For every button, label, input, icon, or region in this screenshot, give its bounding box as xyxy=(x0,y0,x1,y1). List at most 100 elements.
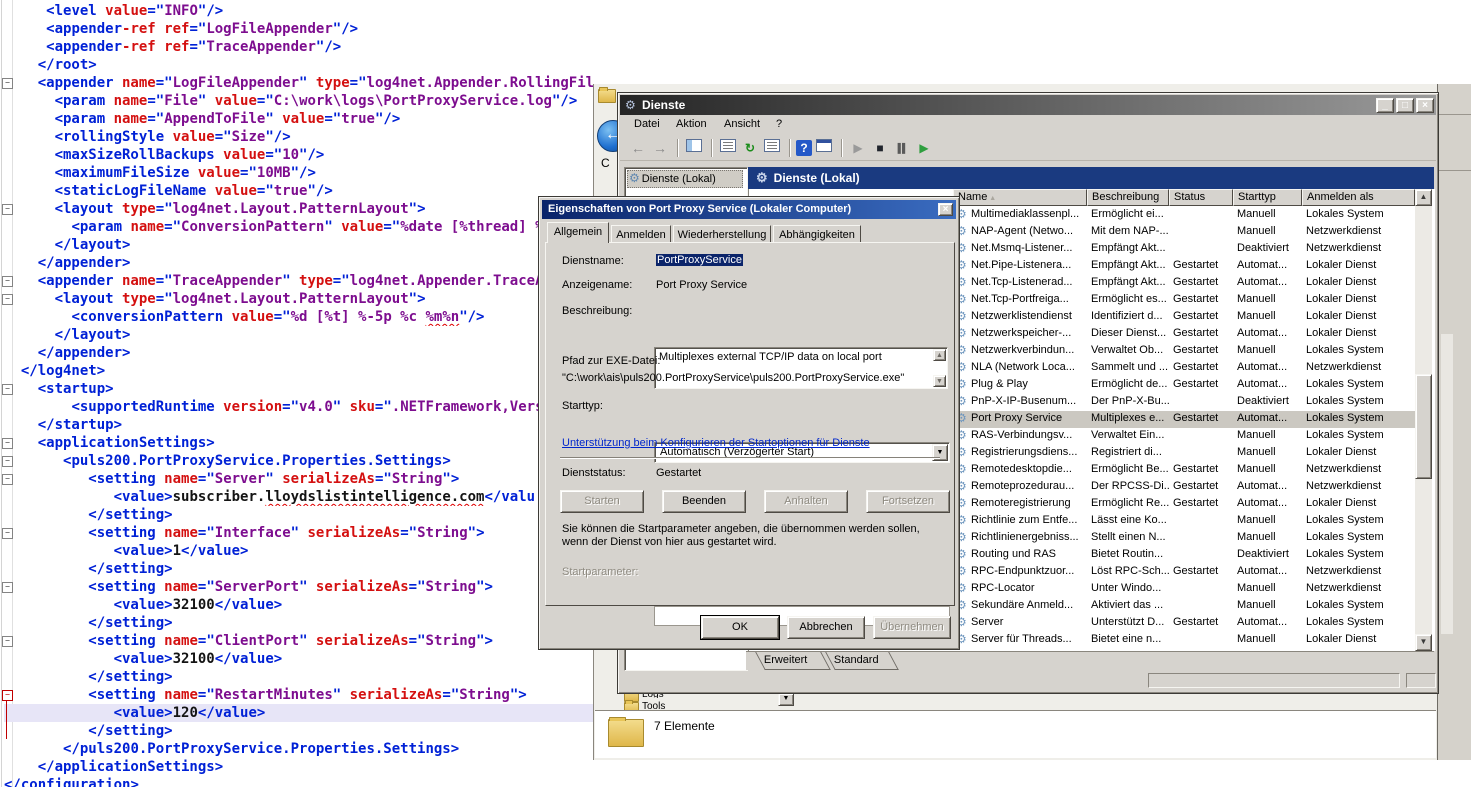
apply-button[interactable]: Übernehmen xyxy=(873,616,951,639)
service-row[interactable]: ⚙NAP-Agent (Netwo...Mit dem NAP-...Manue… xyxy=(953,224,1415,241)
code-area[interactable]: <level value="INFO"/> <appender-ref ref=… xyxy=(4,2,593,787)
column-header-starttyp[interactable]: Starttyp xyxy=(1233,189,1302,206)
tab-erweitert[interactable]: Erweitert xyxy=(755,652,831,670)
collapse-region-icon[interactable]: − xyxy=(2,294,13,305)
menu-aktion[interactable]: Aktion xyxy=(676,118,707,130)
code-line: <appender-ref ref="TraceAppender"/> xyxy=(4,38,593,56)
menu-ansicht[interactable]: Ansicht xyxy=(724,118,760,130)
tab-abhaengigkeiten[interactable]: Abhängigkeiten xyxy=(773,225,861,243)
code-line: <param name="ConversionPattern" value="%… xyxy=(4,218,593,236)
service-row[interactable]: ⚙Multimediaklassenpl...Ermöglicht ei...M… xyxy=(953,207,1415,224)
scroll-down-button[interactable]: ▼ xyxy=(1415,634,1432,651)
tree-item-dienste-lokal[interactable]: ⚙Dienste (Lokal) xyxy=(627,170,743,188)
pause-button[interactable]: Anhalten xyxy=(764,490,848,513)
service-status: Gestartet xyxy=(1173,310,1233,325)
service-row[interactable]: ⚙RPC-LocatorUnter Windo...ManuellNetzwer… xyxy=(953,581,1415,598)
collapse-region-icon[interactable]: − xyxy=(2,438,13,449)
tab-standard[interactable]: Standard xyxy=(825,652,899,670)
close-button[interactable]: × xyxy=(1416,98,1434,113)
dropdown-button[interactable]: ▼ xyxy=(778,693,794,706)
startup-type-label: Starttyp: xyxy=(562,400,603,412)
tab-allgemein[interactable]: Allgemein xyxy=(547,222,609,243)
service-row[interactable]: ⚙ServerUnterstützt D...GestartetAutomat.… xyxy=(953,615,1415,632)
service-row[interactable]: ⚙Netzwerkspeicher-...Dieser Dienst...Ges… xyxy=(953,326,1415,343)
service-row[interactable]: ⚙RAS-Verbindungsv...Verwaltet Ein...Manu… xyxy=(953,428,1415,445)
tab-wiederherstellung[interactable]: Wiederherstell­ung xyxy=(673,225,771,243)
code-line: <applicationSettings> xyxy=(4,434,593,452)
service-row[interactable]: ⚙NLA (Network Loca...Sammelt und ...Gest… xyxy=(953,360,1415,377)
dialog-titlebar[interactable]: Eigenschaften von Port Proxy Service (Lo… xyxy=(542,200,956,219)
service-row[interactable]: ⚙Plug & PlayErmöglicht de...GestartetAut… xyxy=(953,377,1415,394)
pause-service-icon[interactable]: ▌▌ xyxy=(892,138,912,158)
service-row[interactable]: ⚙Net.Pipe-Listenera...Empfängt Akt...Ges… xyxy=(953,258,1415,275)
menu-datei[interactable]: Datei xyxy=(634,118,660,130)
minimize-button[interactable]: _ xyxy=(1376,98,1394,113)
collapse-region-icon[interactable]: − xyxy=(2,384,13,395)
column-header-beschreibung[interactable]: Beschreibung xyxy=(1087,189,1169,206)
close-icon[interactable]: × xyxy=(938,203,953,216)
service-row[interactable]: ⚙Port Proxy ServiceMultiplexes e...Gesta… xyxy=(953,411,1415,428)
tab-anmelden[interactable]: Anmelden xyxy=(611,225,671,243)
window-title: Dienste xyxy=(642,98,685,112)
start-service-icon[interactable]: ▶ xyxy=(848,138,868,158)
service-status: Gestartet xyxy=(1173,361,1233,376)
column-header-anmelden-als[interactable]: Anmelden als xyxy=(1302,189,1415,206)
window-pane-icon[interactable] xyxy=(814,138,834,158)
collapse-region-icon[interactable]: − xyxy=(2,276,13,287)
scroll-up-icon[interactable]: ▲ xyxy=(933,349,946,361)
service-logon-as: Lokaler Dienst xyxy=(1306,633,1415,648)
collapse-region-icon[interactable]: − xyxy=(2,528,13,539)
menu-help[interactable]: ? xyxy=(776,118,782,130)
service-row[interactable]: ⚙Netzwerkverbindun...Verwaltet Ob...Gest… xyxy=(953,343,1415,360)
collapse-region-icon[interactable]: − xyxy=(2,204,13,215)
collapse-region-icon[interactable]: − xyxy=(2,456,13,467)
service-row[interactable]: ⚙Net.Tcp-Listenerad...Empfängt Akt...Ges… xyxy=(953,275,1415,292)
xml-editor[interactable]: <level value="INFO"/> <appender-ref ref=… xyxy=(0,0,593,787)
service-name-value[interactable]: PortProxyService xyxy=(656,254,743,266)
resume-button[interactable]: Fortsetzen xyxy=(866,490,950,513)
collapse-region-icon[interactable]: − xyxy=(2,636,13,647)
properties-icon[interactable] xyxy=(718,138,738,158)
back-icon[interactable]: ← xyxy=(628,138,648,158)
column-header-status[interactable]: Status xyxy=(1169,189,1233,206)
stop-service-icon[interactable]: ■ xyxy=(870,138,890,158)
show-tree-icon[interactable] xyxy=(684,138,704,158)
service-row[interactable]: ⚙RPC-Endpunktzuor...Löst RPC-Sch...Gesta… xyxy=(953,564,1415,581)
service-row[interactable]: ⚙Sekundäre Anmeld...Aktiviert das ...Man… xyxy=(953,598,1415,615)
cancel-button[interactable]: Abbrechen xyxy=(787,616,865,639)
service-row[interactable]: ⚙Server für Threads...Bietet eine n...Ma… xyxy=(953,632,1415,649)
folder-label[interactable]: Tools xyxy=(642,701,665,710)
service-row[interactable]: ⚙Richtlinie zum Entfe...Lässt eine Ko...… xyxy=(953,513,1415,530)
service-row[interactable]: ⚙Routing und RASBietet Routin...Deaktivi… xyxy=(953,547,1415,564)
scrollbar-thumb[interactable] xyxy=(1415,374,1432,479)
service-row[interactable]: ⚙Registrierungsdiens...Registriert di...… xyxy=(953,445,1415,462)
service-name: Net.Tcp-Listenerad... xyxy=(971,276,1087,291)
help-icon[interactable]: ? xyxy=(796,140,812,156)
maximize-button[interactable]: □ xyxy=(1396,98,1414,113)
service-row[interactable]: ⚙Net.Tcp-Portfreiga...Ermöglicht es...Ge… xyxy=(953,292,1415,309)
startup-options-help-link[interactable]: Unterstützung beim Konfigurieren der Sta… xyxy=(562,437,870,449)
export-list-icon[interactable] xyxy=(762,138,782,158)
scroll-down-icon[interactable]: ▼ xyxy=(933,375,946,387)
scroll-up-button[interactable]: ▲ xyxy=(1415,189,1432,206)
forward-icon[interactable]: → xyxy=(650,138,670,158)
services-titlebar[interactable]: ⚙ Dienste _ □ × xyxy=(620,95,1436,115)
restart-service-icon[interactable]: ▶ xyxy=(914,138,934,158)
collapse-region-icon[interactable]: − xyxy=(2,582,13,593)
ok-button[interactable]: OK xyxy=(701,616,779,639)
collapse-region-icon[interactable]: − xyxy=(2,474,13,485)
service-row[interactable]: ⚙Net.Msmq-Listener...Empfängt Akt...Deak… xyxy=(953,241,1415,258)
collapse-region-icon[interactable]: − xyxy=(2,78,13,89)
collapse-region-icon[interactable]: − xyxy=(2,690,13,701)
service-row[interactable]: ⚙PnP-X-IP-Busenum...Der PnP-X-Bu...Deakt… xyxy=(953,394,1415,411)
stop-button[interactable]: Beenden xyxy=(662,490,746,513)
service-row[interactable]: ⚙RemoteregistrierungErmöglicht Re...Gest… xyxy=(953,496,1415,513)
service-row[interactable]: ⚙NetzwerklistendienstIdentifiziert d...G… xyxy=(953,309,1415,326)
start-button[interactable]: Starten xyxy=(560,490,644,513)
service-row[interactable]: ⚙Remoteprozedurau...Der RPCSS-Di...Gesta… xyxy=(953,479,1415,496)
service-row[interactable]: ⚙Remotedesktopdie...Ermöglicht Be...Gest… xyxy=(953,462,1415,479)
column-header-name[interactable]: Name ▲ xyxy=(953,189,1087,206)
service-row[interactable]: ⚙Richtlinienergebniss...Stellt einen N..… xyxy=(953,530,1415,547)
vertical-scrollbar[interactable]: ▲ ▼ xyxy=(1415,189,1432,651)
refresh-icon[interactable]: ↻ xyxy=(740,138,760,158)
